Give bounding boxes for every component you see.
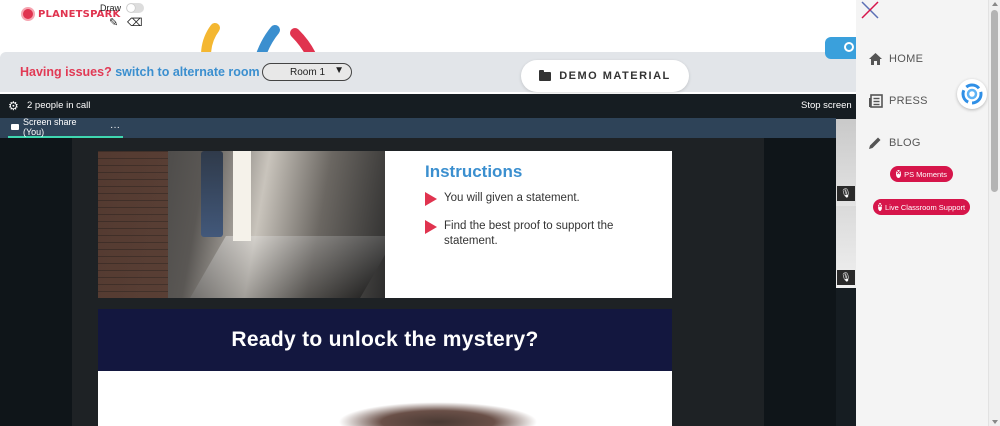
participant-thumbnail[interactable]: 🎙 [836, 206, 856, 288]
close-circle-icon: × [896, 170, 902, 178]
scroll-thumb[interactable] [991, 10, 998, 192]
mic-icon[interactable]: 🎙 [837, 186, 855, 201]
triangle-bullet-icon [425, 192, 437, 206]
chat-icon[interactable] [825, 37, 856, 59]
scrollbar[interactable] [988, 0, 1000, 426]
tab-screen-share[interactable]: Screen share (You) ··· [8, 117, 123, 138]
sidebar-item-label: PRESS [889, 95, 928, 107]
scroll-down-icon[interactable] [992, 420, 998, 424]
demo-material-label: DEMO MATERIAL [559, 70, 671, 82]
sidebar-item-home[interactable]: HOME [868, 52, 923, 66]
swirl-assistant-icon[interactable] [957, 79, 987, 109]
live-classroom-support-button[interactable]: × Live Classroom Support [873, 199, 970, 215]
newspaper-icon [869, 94, 883, 108]
participant-thumbnail[interactable]: 🎙 [836, 119, 856, 208]
instructions-slide: Instructions You will given a statement.… [98, 151, 672, 298]
logo-mark-icon [21, 7, 35, 21]
app-page: PLANETSPARK Draw ✎ ⌫ Having issues? swit… [0, 0, 1000, 426]
sidebar-item-press[interactable]: PRESS [868, 94, 928, 108]
close-circle-icon: × [877, 203, 883, 211]
slide-photo [98, 151, 385, 298]
ps-moments-label: PS Moments [904, 169, 947, 179]
sidebar-item-blog[interactable]: BLOG [868, 136, 921, 150]
switch-room-link[interactable]: switch to alternate room [115, 65, 259, 79]
tab-label: Screen share (You) [22, 117, 77, 137]
issues-bar: Having issues? switch to alternate room … [0, 52, 856, 92]
issues-label: Having issues? [20, 65, 112, 79]
call-header: ⚙ 2 people in call Stop screen [0, 94, 856, 118]
mystery-slide: Ready to unlock the mystery? [98, 309, 672, 426]
pencil-icon[interactable]: ✎ [109, 16, 118, 29]
eraser-icon[interactable]: ⌫ [127, 16, 143, 29]
sidebar-item-label: HOME [889, 53, 924, 65]
top-bar: PLANETSPARK Draw ✎ ⌫ [0, 0, 856, 52]
pencil-icon [869, 137, 881, 149]
home-icon [869, 53, 882, 65]
live-classroom-support-label: Live Classroom Support [885, 202, 966, 212]
gear-icon[interactable]: ⚙ [8, 99, 19, 113]
sidebar-item-label: BLOG [889, 137, 921, 149]
chevron-down-icon: ▼ [334, 65, 344, 76]
people-count: 2 people in call [27, 100, 91, 111]
issues-text: Having issues? switch to alternate room [20, 65, 260, 79]
triangle-bullet-icon [425, 220, 437, 234]
draw-toggle[interactable] [126, 3, 144, 13]
monitor-icon [11, 124, 19, 130]
draw-label: Draw [100, 3, 122, 13]
scroll-up-icon[interactable] [992, 2, 998, 6]
folder-icon [539, 69, 552, 81]
slide-title: Instructions [425, 162, 523, 181]
ps-moments-button[interactable]: × PS Moments [890, 166, 953, 182]
share-tab-bar: Screen share (You) ··· [0, 117, 836, 138]
demo-material-button[interactable]: DEMO MATERIAL [521, 60, 689, 92]
slide-bullet: You will given a statement. [425, 191, 644, 206]
mic-icon[interactable]: 🎙 [837, 270, 855, 285]
room-select-value: Room 1 [290, 66, 326, 78]
swirl-icon [961, 83, 983, 105]
close-icon[interactable] [860, 0, 880, 20]
slide-bullet: Find the best proof to support the state… [425, 219, 644, 249]
slide-image [338, 402, 538, 426]
room-select[interactable]: Room 1 ▼ [262, 63, 352, 81]
slide-heading: Ready to unlock the mystery? [98, 309, 672, 371]
more-options-icon[interactable]: ··· [110, 122, 120, 133]
stop-screen-share-button[interactable]: Stop screen [801, 100, 852, 111]
